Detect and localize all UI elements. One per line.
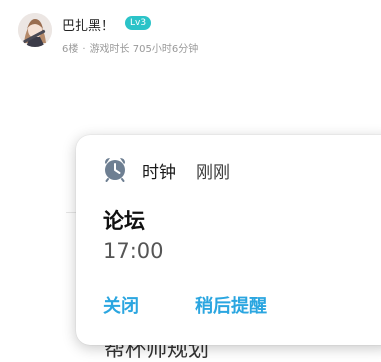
user-avatar[interactable] (18, 13, 52, 47)
alarm-clock-icon (105, 158, 125, 182)
play-time: 游戏时长 705小时6分钟 (89, 44, 199, 55)
notification-body: 17:00 (103, 239, 164, 263)
floor-number: 6楼 (62, 44, 79, 55)
notification-app-name: 时钟 (142, 163, 176, 183)
snooze-button[interactable]: 稍后提醒 (195, 295, 267, 319)
level-badge: Lv3 (125, 16, 152, 30)
notification-title: 论坛 (103, 209, 145, 233)
username[interactable]: 巴扎黑！ (62, 15, 114, 34)
notification-time: 刚刚 (196, 163, 230, 183)
avatar-image (18, 13, 52, 47)
post-meta: 6楼 · 游戏时长 705小时6分钟 (62, 40, 198, 55)
notification-card[interactable]: 时钟 刚刚 论坛 17:00 关闭 稍后提醒 (76, 135, 381, 345)
post-header: 巴扎黑！ Lv3 6楼 · 游戏时长 705小时6分钟 (18, 12, 368, 55)
dismiss-button[interactable]: 关闭 (103, 295, 139, 319)
notification-header: 时钟 刚刚 (102, 156, 381, 184)
meta-separator: · (82, 44, 86, 55)
